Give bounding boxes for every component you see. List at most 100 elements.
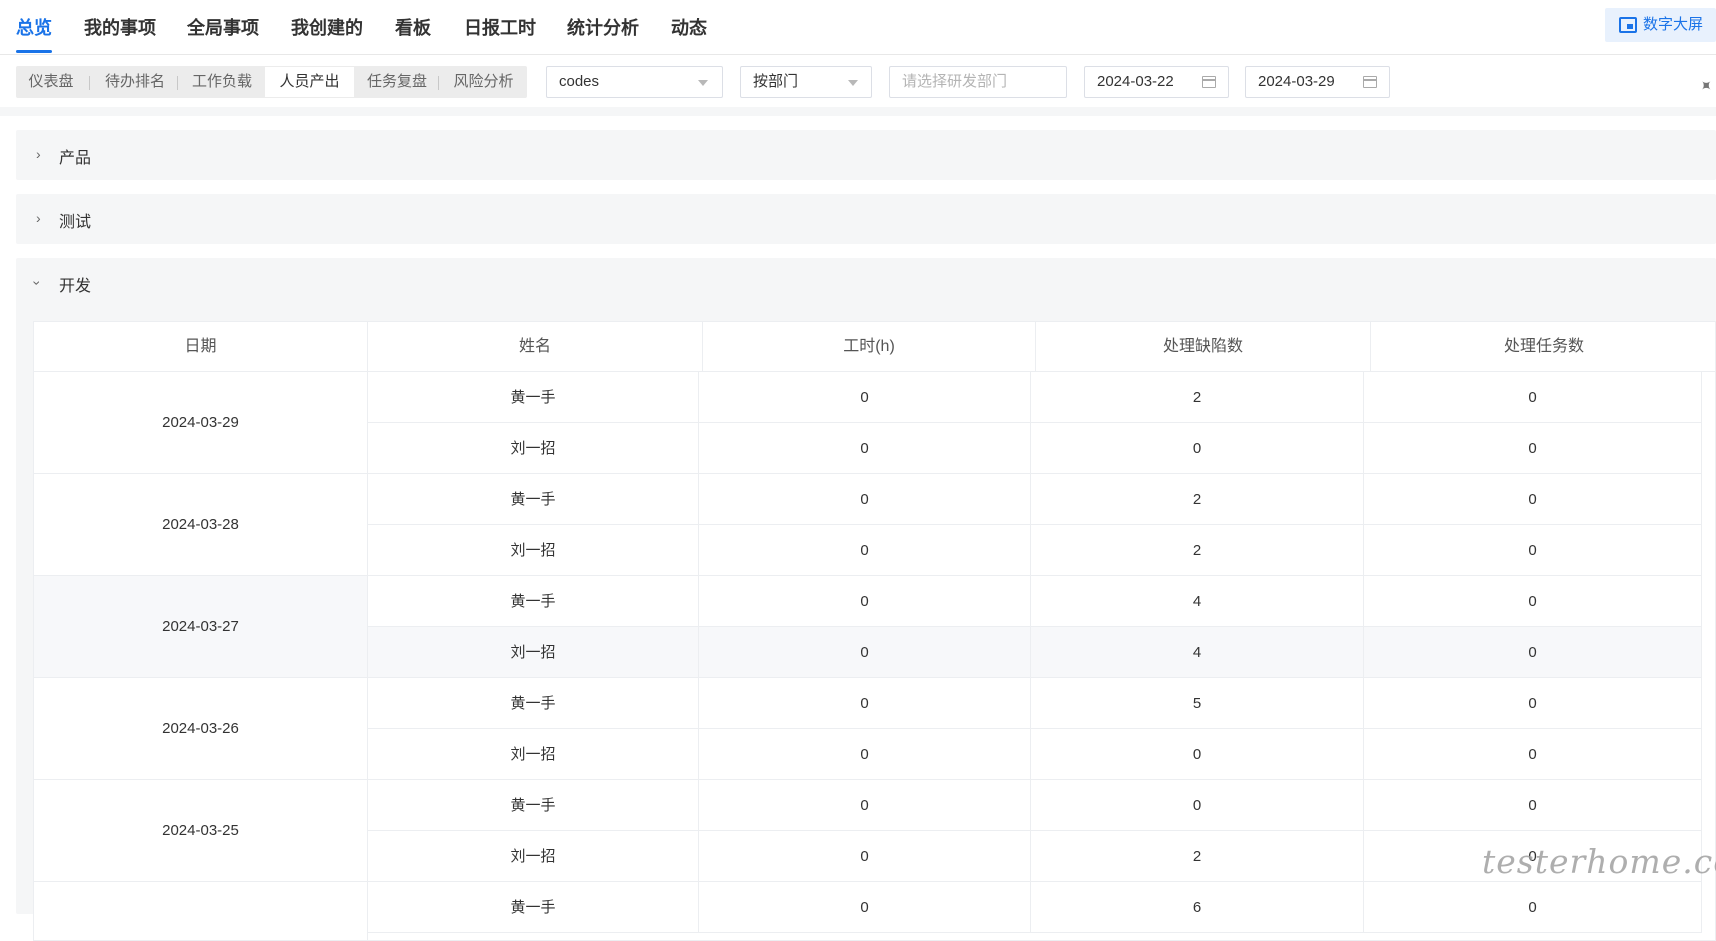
- nav-tab-daily-hours[interactable]: 日报工时: [464, 15, 536, 41]
- hours-cell: 0: [699, 729, 1031, 780]
- bugs-cell: 4: [1031, 627, 1364, 678]
- name-cell: 刘一招: [368, 423, 699, 474]
- calendar-icon: [1363, 76, 1377, 88]
- calendar-icon: [1202, 76, 1216, 88]
- pin-icon[interactable]: ✦: [1694, 74, 1716, 98]
- column-header-tasks: 处理任务数: [1371, 322, 1715, 372]
- column-header-hours: 工时(h): [703, 322, 1036, 372]
- name-cell: 黄一手: [368, 474, 699, 525]
- nav-tab-global-items[interactable]: 全局事项: [187, 15, 259, 41]
- tasks-cell: 0: [1364, 729, 1702, 780]
- section-divider: [0, 107, 1716, 116]
- subtab-risk-analysis[interactable]: 风险分析: [440, 67, 527, 97]
- bugs-cell: 0: [1031, 780, 1364, 831]
- hours-cell: 0: [699, 627, 1031, 678]
- hours-cell: 0: [699, 372, 1031, 423]
- screen-icon: [1619, 17, 1637, 33]
- date-cell: 2024-03-26: [34, 678, 368, 780]
- name-cell: 黄一手: [368, 678, 699, 729]
- date-cell: 2024-03-28: [34, 474, 368, 576]
- tasks-cell: 0: [1364, 372, 1702, 423]
- hours-cell: 0: [699, 423, 1031, 474]
- nav-tab-created-by-me[interactable]: 我创建的: [291, 15, 363, 41]
- subtab-personnel-output[interactable]: 人员产出: [265, 67, 354, 97]
- column-header-date: 日期: [34, 322, 368, 372]
- end-date-value: 2024-03-29: [1258, 73, 1335, 90]
- bugs-cell: 0: [1031, 729, 1364, 780]
- group-by-select[interactable]: 按部门: [740, 66, 872, 98]
- tasks-cell: 0: [1364, 474, 1702, 525]
- end-date-picker[interactable]: 2024-03-29: [1245, 66, 1390, 98]
- bugs-cell: 2: [1031, 525, 1364, 576]
- hours-cell: 0: [699, 474, 1031, 525]
- nav-tab-overview[interactable]: 总览: [16, 15, 52, 53]
- department-select[interactable]: 请选择研发部门: [889, 66, 1067, 98]
- top-nav: 总览 我的事项 全局事项 我创建的 看板 日报工时 统计分析 动态 数字大屏: [0, 0, 1716, 55]
- bugs-cell: 2: [1031, 831, 1364, 882]
- project-select[interactable]: codes: [546, 66, 723, 98]
- panel-title: 产品: [59, 150, 92, 167]
- hours-cell: 0: [699, 882, 1031, 933]
- panel-test: › 测试: [16, 194, 1716, 244]
- group-by-value: 按部门: [753, 73, 799, 90]
- name-cell: 黄一手: [368, 576, 699, 627]
- subtab-divider: [177, 76, 178, 90]
- hours-cell: 0: [699, 780, 1031, 831]
- project-select-value: codes: [559, 73, 600, 90]
- subtab-task-review[interactable]: 任务复盘: [354, 67, 440, 97]
- nav-tab-activity[interactable]: 动态: [671, 15, 707, 41]
- hours-cell: 0: [699, 678, 1031, 729]
- nav-tab-kanban[interactable]: 看板: [395, 15, 431, 41]
- panel-product-header[interactable]: › 产品: [16, 130, 1716, 180]
- panel-dev-header[interactable]: › 开发: [16, 258, 1716, 308]
- bugs-cell: 4: [1031, 576, 1364, 627]
- tasks-cell: 0: [1364, 780, 1702, 831]
- sub-tab-bar: 仪表盘 待办排名 工作负载 人员产出 任务复盘 风险分析: [16, 66, 527, 98]
- tasks-cell: 0: [1364, 525, 1702, 576]
- bugs-cell: 2: [1031, 372, 1364, 423]
- big-screen-label: 数字大屏: [1643, 16, 1704, 33]
- column-header-name: 姓名: [368, 322, 703, 372]
- date-cell: 2024-03-25: [34, 780, 368, 882]
- hours-cell: 0: [699, 831, 1031, 882]
- panel-product: › 产品: [16, 130, 1716, 180]
- name-cell: 黄一手: [368, 372, 699, 423]
- subtab-todo-ranking[interactable]: 待办排名: [92, 67, 178, 97]
- panel-test-header[interactable]: › 测试: [16, 194, 1716, 244]
- panel-dev: › 开发 日期 姓名 工时(h) 处理缺陷数 处理任务数 2024-03-29 …: [16, 258, 1716, 941]
- tasks-cell: 0: [1364, 627, 1702, 678]
- bugs-cell: 5: [1031, 678, 1364, 729]
- subtab-divider: [89, 76, 90, 90]
- date-cell: 2024-03-29: [34, 372, 368, 474]
- bugs-cell: 0: [1031, 423, 1364, 474]
- name-cell: 刘一招: [368, 627, 699, 678]
- nav-tab-statistics[interactable]: 统计分析: [567, 15, 639, 41]
- caret-down-icon: [698, 80, 708, 86]
- name-cell: 刘一招: [368, 729, 699, 780]
- start-date-picker[interactable]: 2024-03-22: [1084, 66, 1229, 98]
- subtab-divider: [438, 76, 439, 90]
- name-cell: 黄一手: [368, 780, 699, 831]
- date-cell: 2024-03-27: [34, 576, 368, 678]
- date-cell: [34, 882, 368, 940]
- subtab-dashboard[interactable]: 仪表盘: [16, 67, 86, 97]
- panel-title: 开发: [59, 278, 92, 295]
- nav-tab-my-items[interactable]: 我的事项: [84, 15, 156, 41]
- chevron-right-icon: ›: [36, 210, 41, 226]
- hours-cell: 0: [699, 525, 1031, 576]
- name-cell: 黄一手: [368, 882, 699, 933]
- bugs-cell: 6: [1031, 882, 1364, 933]
- bugs-cell: 2: [1031, 474, 1364, 525]
- watermark: testerhome.com: [1482, 842, 1716, 881]
- big-screen-button[interactable]: 数字大屏: [1605, 8, 1716, 42]
- column-header-bugs: 处理缺陷数: [1036, 322, 1371, 372]
- name-cell: 刘一招: [368, 831, 699, 882]
- start-date-value: 2024-03-22: [1097, 73, 1174, 90]
- panel-title: 测试: [59, 214, 92, 231]
- tasks-cell: 0: [1364, 576, 1702, 627]
- tasks-cell: 0: [1364, 423, 1702, 474]
- subtab-workload[interactable]: 工作负载: [179, 67, 265, 97]
- chevron-right-icon: ›: [36, 146, 41, 162]
- output-table: 日期 姓名 工时(h) 处理缺陷数 处理任务数 2024-03-29 黄一手 0…: [33, 321, 1716, 941]
- caret-down-icon: [848, 80, 858, 86]
